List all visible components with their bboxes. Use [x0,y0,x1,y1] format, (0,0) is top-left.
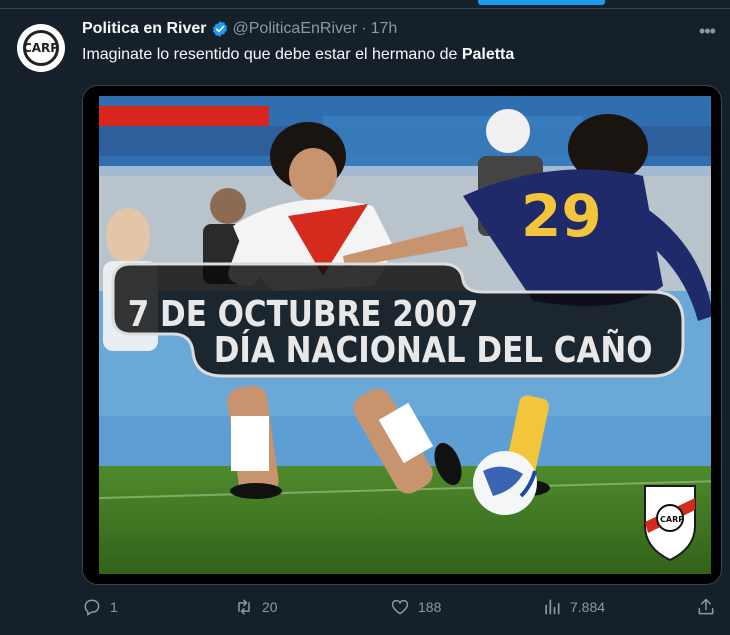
avatar-logo: CARP [23,30,59,66]
heart-icon [391,599,409,615]
time-separator: · [361,20,367,37]
author-handle[interactable]: @PoliticaEnRiver [233,20,358,38]
tweet-card[interactable]: CARP Politica en River @PoliticaEnRiver … [0,9,730,635]
reply-button[interactable]: 1 [82,595,118,619]
river-shield-text: CARP [660,515,684,524]
retweet-icon [238,599,250,615]
tweet-text-bold: Paletta [461,46,515,63]
avatar[interactable]: CARP [17,24,65,72]
jersey-number: 29 [521,182,602,250]
share-button[interactable] [696,595,724,619]
retweet-count: 20 [262,599,278,615]
more-options-button[interactable]: ••• [695,19,719,43]
analytics-icon [545,599,560,615]
views-button[interactable]: 7.884 [542,595,605,619]
retweet-button[interactable]: 20 [234,595,278,619]
reply-icon [84,599,100,616]
tweet-media-image[interactable]: 29 7 DE OCTUBRE 2007 DÍA NACIONAL DEL CA… [82,85,722,585]
football-photo: 29 7 DE OCTUBRE 2007 DÍA NACIONAL DEL CA… [83,86,721,584]
image-caption-line2: DÍA NACIONAL DEL CAÑO [214,328,653,371]
tweet-header: Politica en River @PoliticaEnRiver · 17h [82,17,397,41]
share-icon [698,598,714,615]
tweet-timestamp[interactable]: 17h [371,20,398,38]
tweet-text: Imaginate lo resentido que debe estar el… [82,45,514,65]
tweet-actions: 1 20 188 7.884 [82,595,722,619]
reply-count: 1 [110,599,118,615]
like-button[interactable]: 188 [390,595,441,619]
verified-badge-icon[interactable] [211,20,229,38]
more-dots-icon: ••• [699,20,716,41]
like-count: 188 [418,599,442,615]
active-tab-indicator [478,0,605,5]
tweet-text-body: Imaginate lo resentido que debe estar el… [82,46,462,63]
views-count: 7.884 [570,599,606,615]
author-display-name[interactable]: Politica en River [82,20,207,38]
